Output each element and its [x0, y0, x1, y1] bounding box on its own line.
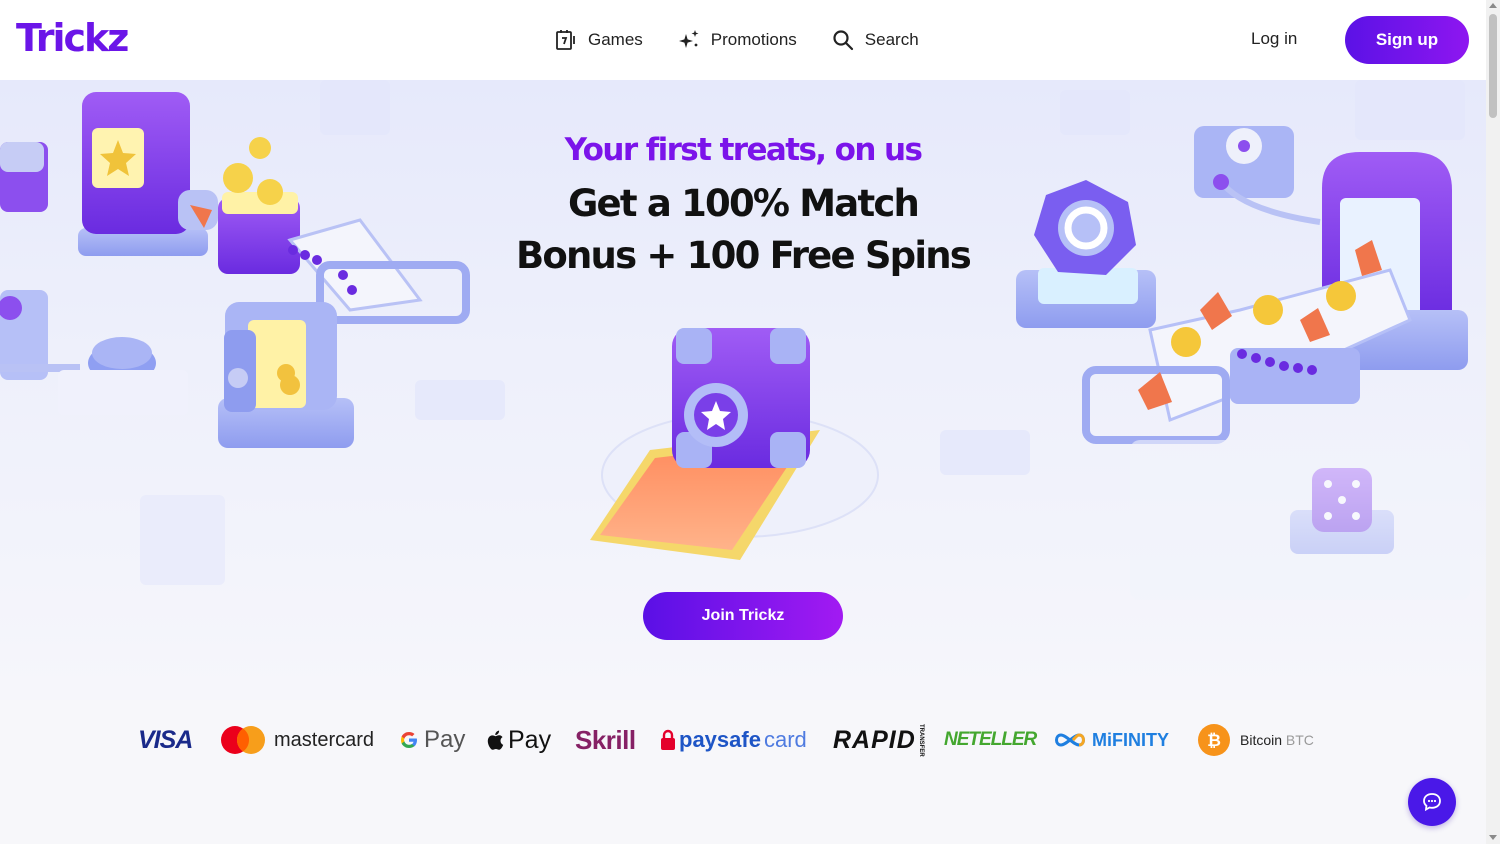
- mifinity-label: MiFINITY: [1092, 729, 1169, 750]
- nav-promotions[interactable]: Promotions: [677, 22, 797, 58]
- bitcoin-symbol: BTC: [1285, 732, 1314, 748]
- skrill-logo: Skrill: [575, 724, 636, 755]
- paysafecard-logo: paysafe card: [660, 722, 807, 758]
- scrollbar-thumb[interactable]: [1489, 14, 1497, 118]
- visa-logo: VISA: [138, 725, 193, 754]
- sparkles-icon: [678, 30, 699, 48]
- nav-search[interactable]: Search: [831, 22, 919, 58]
- mastercard-circles-icon: [221, 726, 265, 754]
- hero-tagline: Your first treats, on us: [564, 132, 923, 168]
- hero-headline: Get a 100% Match Bonus + 100 Free Spins: [0, 178, 1486, 282]
- apple-pay-label: Pay: [508, 725, 552, 754]
- nav-games[interactable]: Games: [554, 22, 643, 58]
- mifinity-logo: MiFINITY: [1052, 722, 1169, 758]
- nav-promotions-label: Promotions: [710, 30, 797, 49]
- bitcoin-logo: ₿ Bitcoin BTC: [1198, 722, 1314, 758]
- nav-games-label: Games: [588, 30, 643, 49]
- nav-search-label: Search: [864, 30, 919, 49]
- bitcoin-icon: ₿: [1198, 724, 1230, 756]
- hero-banner: Your first treats, on us Get a 100% Matc…: [0, 80, 1486, 700]
- hero-headline-line2: Bonus + 100 Free Spins: [515, 234, 972, 277]
- slot-machine-icon: [556, 30, 575, 50]
- mastercard-label: mastercard: [274, 728, 375, 751]
- infinity-icon: [1055, 733, 1085, 747]
- apple-icon: [487, 730, 504, 750]
- chat-bubble-icon: [1423, 793, 1441, 812]
- scroll-up-arrow-icon[interactable]: [1489, 3, 1497, 8]
- bitcoin-label: Bitcoin BTC: [1240, 732, 1314, 748]
- main-nav: Games Promotions Search: [554, 22, 919, 58]
- paysafecard-label-b: card: [763, 727, 807, 752]
- payment-methods-strip: VISA mastercard Pay Pay Skrill paysafe ca…: [0, 700, 1486, 844]
- mastercard-logo: mastercard: [220, 722, 374, 758]
- google-g-icon: [401, 732, 417, 748]
- live-chat-button[interactable]: [1408, 778, 1456, 826]
- hero-headline-line1: Get a 100% Match: [567, 182, 920, 225]
- join-trickz-button[interactable]: Join Trickz: [643, 592, 843, 640]
- google-pay-logo: Pay: [398, 722, 465, 758]
- scroll-down-arrow-icon[interactable]: [1489, 835, 1497, 840]
- neteller-logo: NETELLER: [944, 729, 1037, 750]
- paysafecard-label-a: paysafe: [679, 727, 761, 752]
- page-scrollbar[interactable]: [1486, 0, 1500, 844]
- trickz-logo[interactable]: Trickz: [16, 16, 129, 60]
- top-navigation-bar: Trickz Games Promotions Search Log in Si…: [0, 0, 1486, 80]
- search-icon: [833, 30, 853, 51]
- rapid-transfer-logo: RAPID TRANSFER: [833, 722, 924, 758]
- rapid-sub-label: TRANSFER: [917, 723, 924, 757]
- rapid-label: RAPID: [833, 725, 916, 754]
- svg-text:₿: ₿: [1207, 731, 1221, 751]
- apple-pay-logo: Pay: [486, 722, 551, 758]
- bitcoin-name: Bitcoin: [1240, 732, 1283, 748]
- google-pay-label: Pay: [424, 726, 466, 753]
- padlock-icon: [661, 729, 675, 750]
- login-link[interactable]: Log in: [1251, 29, 1297, 49]
- signup-button[interactable]: Sign up: [1345, 16, 1469, 64]
